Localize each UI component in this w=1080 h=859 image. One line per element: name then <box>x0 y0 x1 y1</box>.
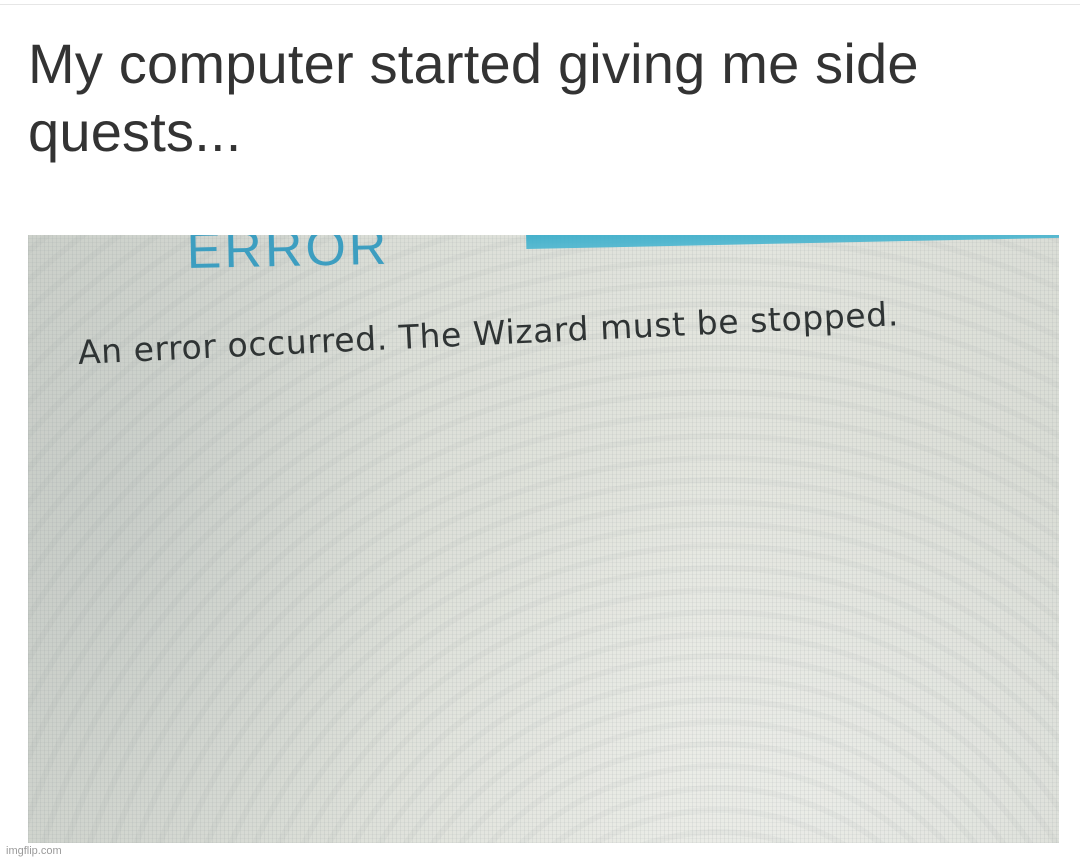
meme-post: My computer started giving me side quest… <box>0 0 1080 859</box>
post-caption: My computer started giving me side quest… <box>28 32 919 163</box>
error-dialog-title: ERROR <box>186 235 390 280</box>
screen-photo: ERROR An error occurred. The Wizard must… <box>28 235 1059 843</box>
divider <box>0 4 1080 5</box>
imgflip-watermark: imgflip.com <box>6 845 62 857</box>
